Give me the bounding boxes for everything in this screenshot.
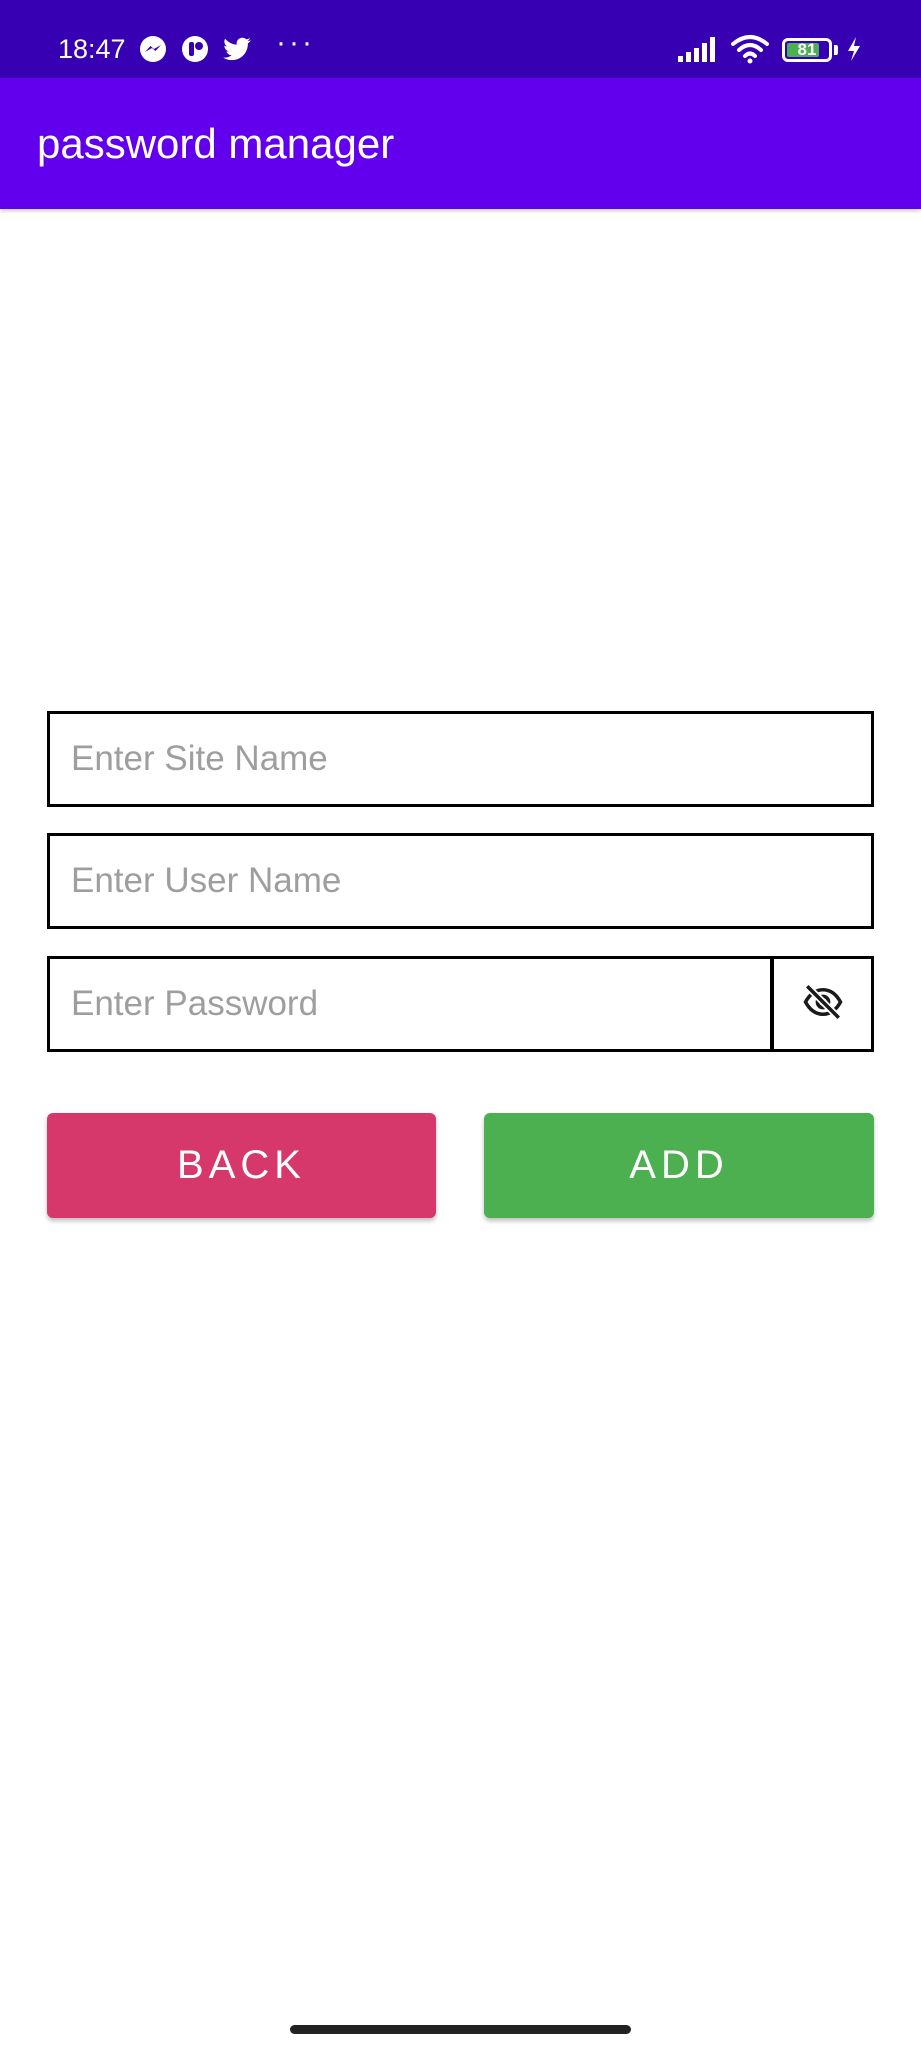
signal-icon — [676, 34, 718, 64]
status-bar: 18:47 ··· 81 — [0, 0, 921, 78]
status-time: 18:47 — [58, 34, 126, 64]
site-name-field[interactable] — [47, 711, 874, 807]
home-indicator[interactable] — [290, 2025, 631, 2034]
twitter-icon — [222, 34, 252, 64]
add-button[interactable]: ADD — [484, 1113, 874, 1218]
user-name-field[interactable] — [47, 833, 874, 929]
more-notifications-indicator: ··· — [276, 26, 315, 59]
app-notification-icon — [180, 34, 210, 64]
charging-icon — [846, 34, 862, 64]
screen: 18:47 ··· 81 password manager Enter Site… — [0, 0, 921, 2048]
battery-level-text: 81 — [797, 40, 817, 59]
site-name-input[interactable] — [50, 714, 871, 804]
user-name-input[interactable] — [50, 836, 871, 926]
eye-off-icon — [802, 981, 844, 1028]
password-visibility-toggle[interactable] — [771, 956, 874, 1052]
add-button-label: ADD — [629, 1143, 729, 1187]
back-button-label: BACK — [177, 1143, 306, 1187]
password-input[interactable] — [50, 959, 770, 1049]
battery-nub — [834, 45, 838, 55]
password-field[interactable] — [47, 956, 773, 1052]
app-bar: password manager — [0, 78, 921, 209]
battery-icon: 81 — [782, 38, 832, 62]
app-title: password manager — [37, 120, 395, 167]
wifi-icon — [730, 34, 770, 64]
back-button[interactable]: BACK — [47, 1113, 436, 1218]
messenger-icon — [138, 34, 168, 64]
